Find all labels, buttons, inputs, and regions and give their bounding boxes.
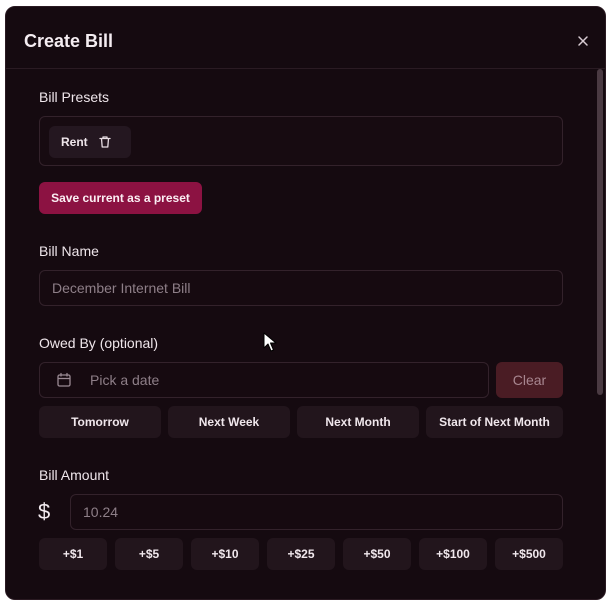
close-button[interactable] — [573, 31, 593, 51]
dialog-header: Create Bill — [6, 7, 605, 69]
increment-button[interactable]: +$1 — [39, 538, 107, 570]
date-placeholder: Pick a date — [90, 372, 160, 388]
dialog-title: Create Bill — [24, 31, 114, 51]
quick-date-tomorrow[interactable]: Tomorrow — [39, 406, 161, 438]
amount-placeholder: 10.24 — [83, 504, 119, 520]
date-picker-input[interactable]: Pick a date — [39, 362, 489, 398]
scrollbar-thumb[interactable] — [597, 69, 603, 395]
bill-amount-label: Bill Amount — [39, 467, 110, 483]
increment-button[interactable]: +$500 — [495, 538, 563, 570]
dollar-icon: $ — [38, 499, 51, 524]
presets-list: Rent — [39, 116, 563, 166]
increment-button[interactable]: +$10 — [191, 538, 259, 570]
bill-name-label: Bill Name — [39, 243, 99, 259]
bill-name-input[interactable]: December Internet Bill — [39, 270, 563, 306]
close-icon — [578, 36, 588, 46]
owed-by-label: Owed By (optional) — [39, 335, 159, 351]
increment-button[interactable]: +$50 — [343, 538, 411, 570]
quick-date-next-month[interactable]: Next Month — [297, 406, 419, 438]
increment-button[interactable]: +$100 — [419, 538, 487, 570]
bill-presets-label: Bill Presets — [39, 89, 110, 105]
quick-date-start-of-next-month[interactable]: Start of Next Month — [426, 406, 563, 438]
create-bill-dialog: Create Bill Bill Presets Rent Save curre… — [5, 6, 606, 600]
clear-date-button[interactable]: Clear — [496, 362, 563, 398]
save-preset-button[interactable]: Save current as a preset — [39, 182, 202, 214]
calendar-icon — [57, 372, 71, 387]
increment-button[interactable]: +$25 — [267, 538, 335, 570]
increment-button[interactable]: +$5 — [115, 538, 183, 570]
trash-icon[interactable] — [98, 135, 112, 149]
bill-name-placeholder: December Internet Bill — [52, 280, 191, 296]
bill-amount-input[interactable]: 10.24 — [70, 494, 563, 530]
preset-name: Rent — [61, 135, 88, 149]
preset-chip-rent[interactable]: Rent — [49, 126, 131, 158]
quick-date-next-week[interactable]: Next Week — [168, 406, 290, 438]
mouse-cursor-icon — [263, 332, 277, 352]
